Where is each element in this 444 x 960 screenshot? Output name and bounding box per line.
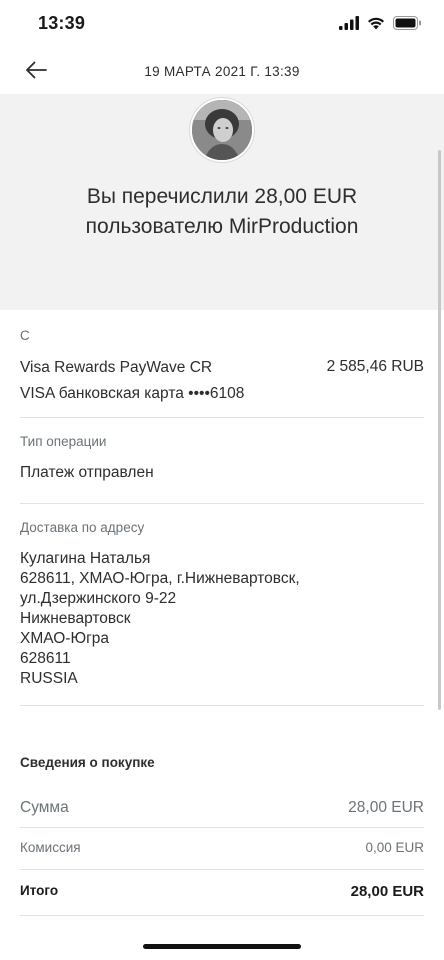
wifi-icon	[368, 17, 384, 30]
address-line: Кулагина Наталья	[20, 550, 151, 567]
divider	[20, 869, 424, 870]
divider	[20, 827, 424, 828]
signal-icon	[339, 16, 359, 30]
scrollbar[interactable]	[438, 150, 441, 710]
divider	[20, 503, 424, 504]
delivery-label: Доставка по адресу	[20, 520, 145, 535]
status-bar: 13:39	[0, 0, 444, 48]
user-photo-avatar	[192, 100, 252, 160]
transfer-headline: Вы перечислили 28,00 EUR пользователю Mi…	[20, 182, 424, 242]
delivery-address: Кулагина Наталья 628611, ХМАО-Югра, г.Ни…	[20, 549, 424, 689]
headline-line-2: пользователю MirProduction	[85, 215, 359, 238]
total-value: 28,00 EUR	[350, 883, 424, 900]
fee-label: Комиссия	[20, 840, 81, 855]
operation-type-label: Тип операции	[20, 434, 107, 449]
home-indicator[interactable]	[143, 944, 301, 949]
fee-value: 0,00 EUR	[365, 840, 424, 855]
divider	[20, 417, 424, 418]
address-line: RUSSIA	[20, 670, 78, 687]
source-amount: 2 585,46 RUB	[326, 358, 424, 375]
address-line: 628611, ХМАО-Югра, г.Нижневартовск,	[20, 570, 300, 587]
address-line: ул.Дзержинского 9-22	[20, 590, 177, 607]
address-line: 628611	[20, 650, 71, 667]
total-row: Итого 28,00 EUR	[20, 883, 424, 900]
avatar	[190, 98, 254, 162]
purchase-details-title: Сведения о покупке	[20, 755, 155, 770]
header-panel: Вы перечислили 28,00 EUR пользователю Mi…	[0, 94, 444, 310]
page-title: 19 МАРТА 2021 Г. 13:39	[144, 64, 300, 79]
address-line: Нижневартовск	[20, 610, 131, 627]
source-card: VISA банковская карта ••••6108	[20, 385, 245, 402]
sum-label: Сумма	[20, 799, 69, 816]
divider	[20, 705, 424, 706]
source-label: С	[20, 328, 30, 343]
fee-row: Комиссия 0,00 EUR	[20, 840, 424, 855]
status-icons	[339, 16, 422, 30]
nav-bar: 19 МАРТА 2021 Г. 13:39	[0, 48, 444, 94]
address-line: ХМАО-Югра	[20, 630, 110, 647]
total-label: Итого	[20, 883, 59, 898]
divider	[20, 915, 424, 916]
battery-icon	[393, 16, 421, 30]
sum-value: 28,00 EUR	[348, 799, 424, 816]
headline-line-1: Вы перечислили 28,00 EUR	[86, 185, 358, 208]
operation-type-value: Платеж отправлен	[20, 464, 154, 481]
sum-row: Сумма 28,00 EUR	[20, 799, 424, 817]
status-time: 13:39	[38, 13, 86, 33]
